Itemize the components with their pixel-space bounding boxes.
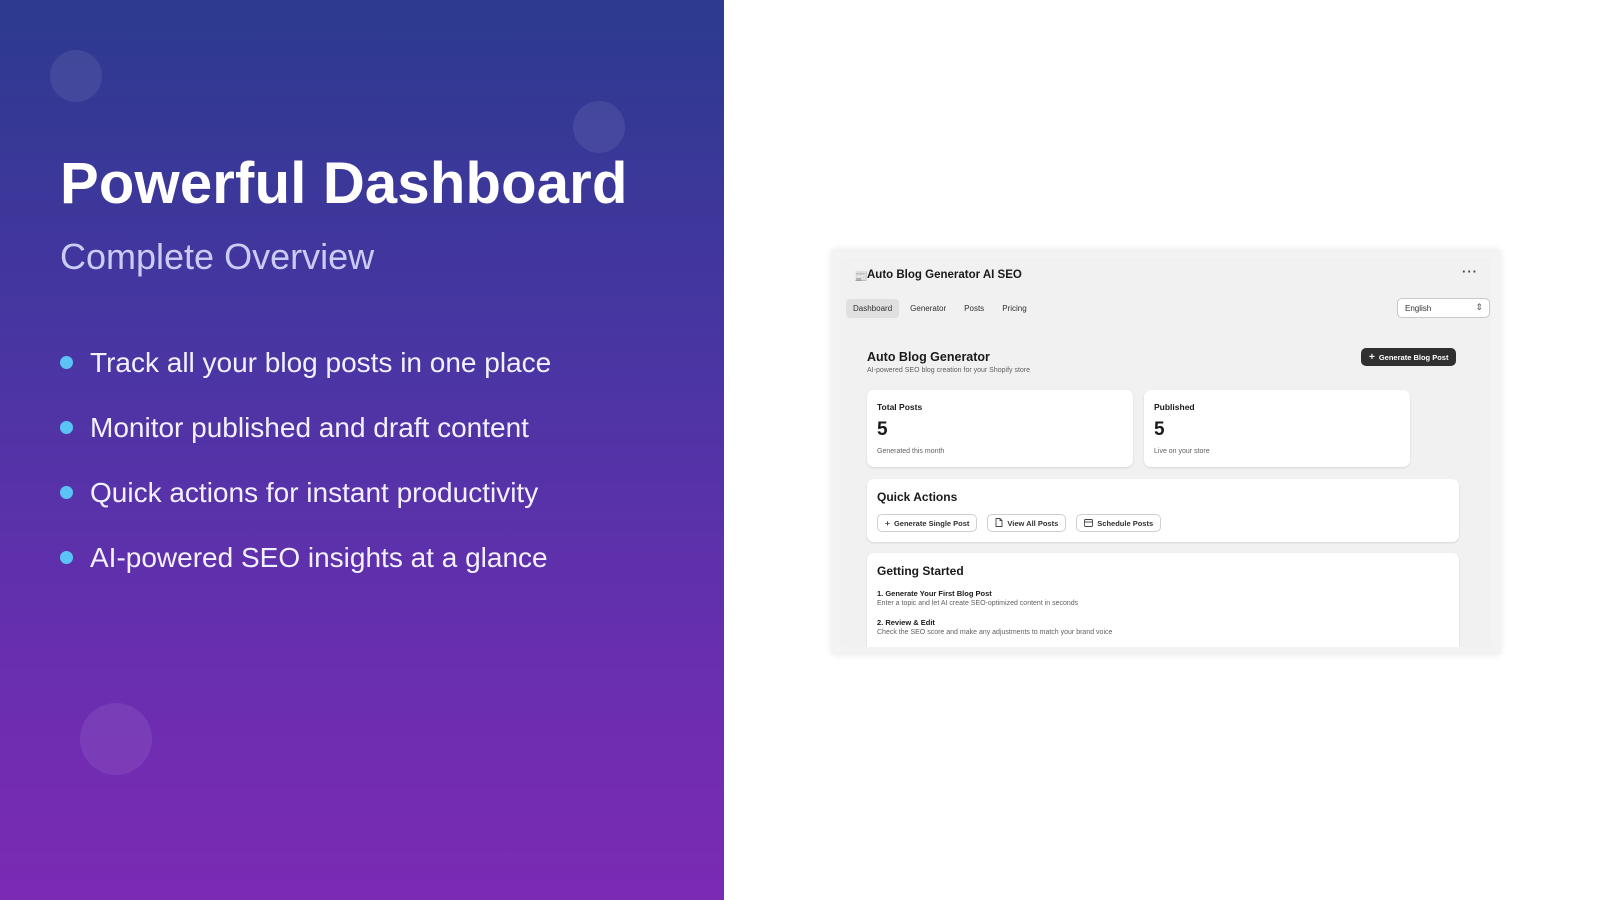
generate-blog-post-button[interactable]: + Generate Blog Post — [1361, 348, 1457, 366]
decorative-circle — [573, 101, 625, 153]
app-window: 📰 Auto Blog Generator AI SEO ··· Dashboa… — [840, 258, 1491, 647]
tab-pricing[interactable]: Pricing — [995, 299, 1033, 318]
decorative-circle — [50, 50, 102, 102]
app-logo-icon: 📰 — [854, 271, 868, 283]
document-icon — [995, 517, 1003, 529]
button-label: View All Posts — [1007, 518, 1059, 528]
tab-generator[interactable]: Generator — [903, 299, 953, 318]
bullet-dot-icon — [60, 421, 73, 434]
decorative-circle — [80, 703, 152, 775]
feature-item: Monitor published and draft content — [60, 395, 551, 460]
plus-icon: + — [885, 518, 890, 528]
stat-card-published: Published 5 Live on your store — [1144, 390, 1410, 467]
stat-label: Published — [1154, 402, 1195, 412]
bullet-dot-icon — [60, 551, 73, 564]
getting-started-card: Getting Started 1. Generate Your First B… — [867, 553, 1459, 647]
button-label: Schedule Posts — [1097, 518, 1154, 528]
feature-item: AI-powered SEO insights at a glance — [60, 525, 551, 590]
step-description: Enter a topic and let AI create SEO-opti… — [877, 600, 1079, 607]
tab-dashboard[interactable]: Dashboard — [846, 299, 900, 318]
schedule-posts-button[interactable]: Schedule Posts — [1076, 514, 1162, 532]
button-label: Generate Single Post — [893, 518, 970, 528]
promo-panel: Powerful Dashboard Complete Overview Tra… — [0, 0, 724, 900]
generate-blog-post-label: Generate Blog Post — [1378, 352, 1449, 362]
feature-text: AI-powered SEO insights at a glance — [90, 541, 548, 573]
bullet-dot-icon — [60, 486, 73, 499]
stat-card-total-posts: Total Posts 5 Generated this month — [867, 390, 1133, 467]
feature-list: Track all your blog posts in one place M… — [60, 330, 551, 590]
quick-actions-buttons: + Generate Single Post View All Posts Sc… — [877, 514, 1171, 532]
step-description: Check the SEO score and make any adjustm… — [877, 629, 1113, 636]
stat-value: 5 — [877, 419, 888, 440]
app-titlebar: 📰 Auto Blog Generator AI SEO ··· — [840, 258, 1491, 294]
stat-value: 5 — [1154, 419, 1165, 440]
page-title: Auto Blog Generator — [867, 350, 990, 364]
more-options-icon[interactable]: ··· — [1462, 264, 1478, 279]
generate-single-post-button[interactable]: + Generate Single Post — [877, 514, 978, 532]
tab-posts[interactable]: Posts — [957, 299, 991, 318]
calendar-icon — [1084, 518, 1094, 529]
language-select-value: English — [1405, 304, 1432, 313]
step-title: 1. Generate Your First Blog Post — [877, 589, 992, 598]
getting-started-title: Getting Started — [877, 564, 964, 578]
feature-item: Quick actions for instant productivity — [60, 460, 551, 525]
feature-item: Track all your blog posts in one place — [60, 330, 551, 395]
quick-actions-title: Quick Actions — [877, 490, 958, 504]
stat-caption: Generated this month — [877, 448, 945, 455]
view-all-posts-button[interactable]: View All Posts — [987, 514, 1067, 532]
bullet-dot-icon — [60, 356, 73, 369]
promo-headline: Powerful Dashboard — [60, 151, 628, 216]
stat-label: Total Posts — [877, 402, 923, 412]
promo-subheadline: Complete Overview — [60, 236, 375, 277]
plus-icon: + — [1369, 351, 1375, 363]
nav-tabs: Dashboard Generator Posts Pricing — [846, 299, 1038, 318]
app-title: Auto Blog Generator AI SEO — [867, 269, 1022, 281]
chevron-up-down-icon: ⇕ — [1475, 302, 1483, 312]
feature-text: Track all your blog posts in one place — [90, 346, 552, 378]
step-title: 2. Review & Edit — [877, 618, 935, 627]
stat-caption: Live on your store — [1154, 448, 1210, 455]
quick-actions-card: Quick Actions + Generate Single Post Vie… — [867, 479, 1459, 542]
feature-text: Monitor published and draft content — [90, 411, 529, 443]
language-select[interactable]: English ⇕ — [1397, 298, 1490, 318]
page-subtitle: AI-powered SEO blog creation for your Sh… — [867, 367, 1031, 374]
feature-text: Quick actions for instant productivity — [90, 476, 539, 508]
